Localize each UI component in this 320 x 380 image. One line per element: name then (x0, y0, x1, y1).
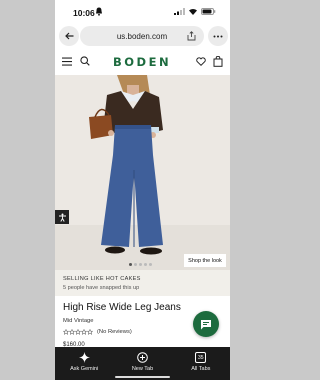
banner-title: SELLING LIKE HOT CAKES (63, 276, 141, 282)
shop-the-look-button[interactable]: Shop the look (184, 254, 226, 267)
new-tab-button[interactable]: New Tab (117, 352, 167, 372)
chat-button[interactable] (193, 311, 219, 337)
sparkle-icon (78, 352, 90, 363)
banner-subtitle: 5 people have snapped this up (63, 285, 140, 291)
bell-icon (96, 7, 102, 16)
new-tab-label: New Tab (131, 366, 154, 372)
ask-gemini-button[interactable]: Ask Gemini (59, 352, 109, 372)
rating-row[interactable]: (No Reviews) (63, 329, 132, 335)
hamburger-menu-icon[interactable] (62, 57, 72, 66)
star-outline-icon (63, 329, 93, 335)
popularity-banner: SELLING LIKE HOT CAKES 5 people have sna… (55, 270, 230, 296)
model-photo (55, 75, 230, 270)
accessibility-button[interactable] (55, 210, 69, 224)
more-horizontal-icon (213, 35, 223, 37)
carousel-dots[interactable] (129, 263, 152, 266)
signal-icon (174, 8, 185, 15)
site-header: BODEN (55, 50, 230, 74)
carousel-dot[interactable] (129, 263, 132, 266)
status-icons (174, 8, 216, 15)
shopping-bag-icon[interactable] (213, 56, 223, 67)
status-bar: 10:06 (55, 0, 230, 24)
share-icon[interactable] (187, 31, 196, 41)
plus-circle-icon (137, 352, 148, 363)
product-subtitle: Mid Vintage (63, 318, 94, 324)
url-text: us.boden.com (116, 31, 168, 41)
product-title: High Rise Wide Leg Jeans (63, 302, 181, 313)
heart-icon[interactable] (196, 57, 206, 66)
tabs-count: 35 (198, 354, 204, 361)
reviews-count[interactable]: (No Reviews) (97, 329, 132, 335)
url-bar[interactable]: us.boden.com (80, 26, 204, 46)
back-arrow-icon (64, 32, 73, 40)
wifi-icon (189, 8, 197, 15)
rating-stars (63, 329, 93, 335)
search-icon[interactable] (80, 56, 90, 66)
carousel-dot[interactable] (134, 263, 137, 266)
chat-icon (201, 319, 211, 329)
battery-icon (201, 8, 216, 15)
carousel-dot[interactable] (139, 263, 142, 266)
ask-gemini-label: Ask Gemini (70, 366, 99, 372)
carousel-dot[interactable] (149, 263, 152, 266)
all-tabs-label: All Tabs (191, 366, 211, 372)
phone-screen: 10:06 us.boden.com BODEN Shop the look S… (55, 0, 230, 380)
product-hero-image[interactable]: Shop the look (55, 75, 230, 270)
home-indicator[interactable] (115, 376, 170, 378)
carousel-dot[interactable] (144, 263, 147, 266)
status-time: 10:06 (73, 8, 95, 18)
boden-logo[interactable]: BODEN (113, 55, 171, 69)
browser-toolbar: us.boden.com (55, 26, 230, 48)
back-button[interactable] (59, 26, 79, 46)
accessibility-icon (58, 213, 66, 222)
tabs-count-icon: 35 (195, 352, 207, 363)
more-options-button[interactable] (208, 26, 228, 46)
all-tabs-button[interactable]: 35 All Tabs (176, 352, 226, 372)
